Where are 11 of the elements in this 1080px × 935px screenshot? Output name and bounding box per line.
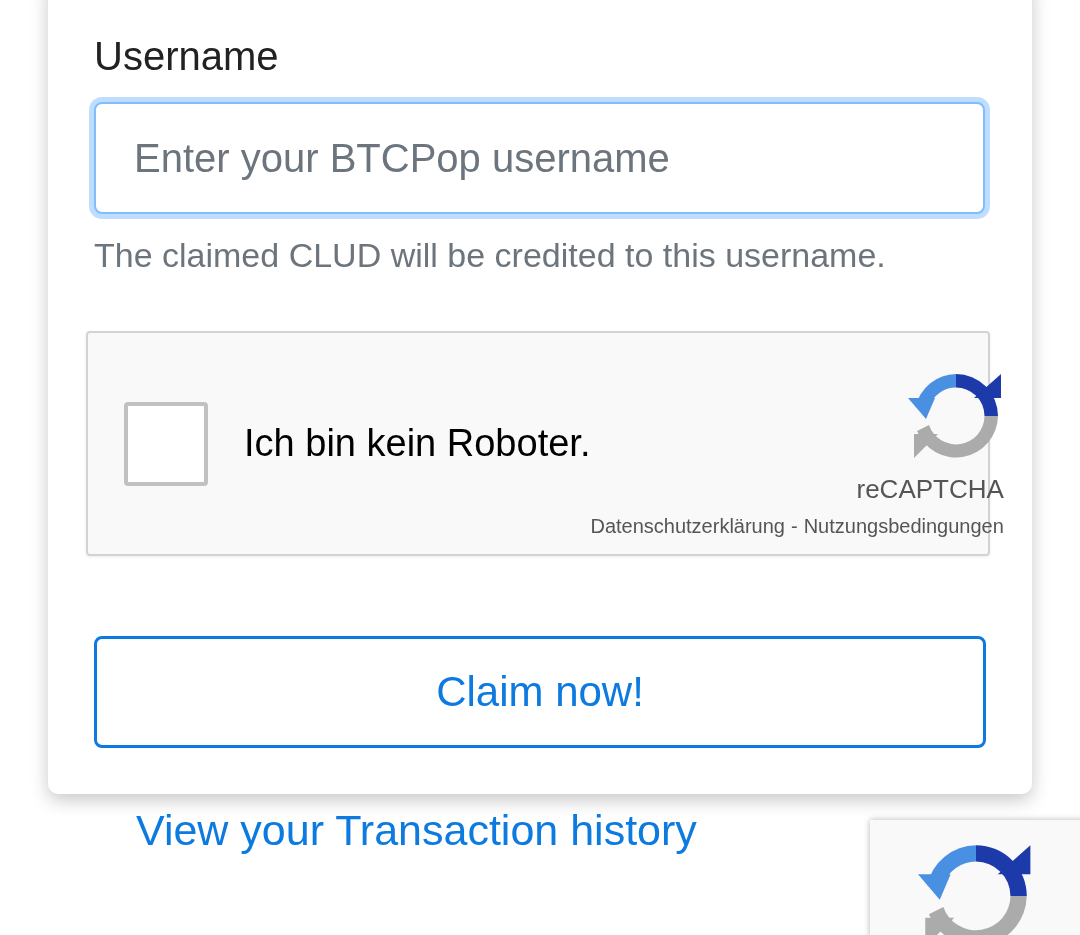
field-label: Username [94,33,279,80]
captcha-label: Ich bin kein Roboter. [244,422,591,465]
history-link[interactable]: View your Transaction history [136,806,697,855]
terms-link[interactable]: Nutzungsbedingungen [803,515,1004,538]
privacy-link[interactable]: Datenschutzerklärung [590,515,785,538]
help-text: The claimed CLUD will be credited to this username. [94,236,886,275]
captcha-brand: reCAPTCHA [856,474,1004,505]
separator: - [791,515,798,538]
username-input[interactable]: Enter your BTCPop username [94,102,985,214]
claim-button[interactable]: Claim now! [94,636,986,748]
captcha-checkbox[interactable] [124,401,208,486]
